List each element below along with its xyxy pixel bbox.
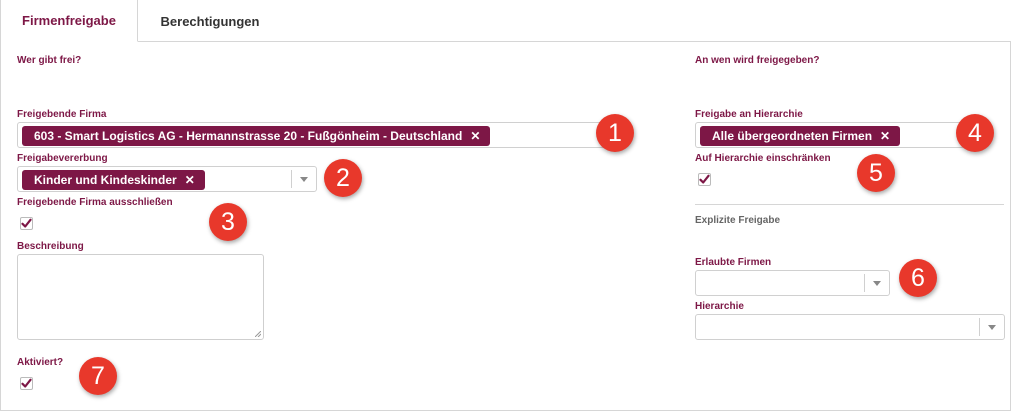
inheritance-chip: Kinder und Kindeskinder ✕ xyxy=(22,170,205,190)
marker-3: 3 xyxy=(209,203,247,241)
inheritance-label: Freigabevererbung xyxy=(17,153,108,164)
company-label: Freigebende Firma xyxy=(17,109,107,120)
exclude-label: Freigebende Firma ausschließen xyxy=(17,197,173,208)
inheritance-select[interactable]: Kinder und Kindeskinder ✕ xyxy=(17,166,317,192)
panel-border-bottom xyxy=(0,410,1011,411)
marker-7: 7 xyxy=(79,357,117,395)
active-label: Aktiviert? xyxy=(17,357,64,368)
close-icon[interactable]: ✕ xyxy=(880,129,890,143)
tab-berechtigungen[interactable]: Berechtigungen xyxy=(138,0,282,42)
checkmark-icon xyxy=(699,174,710,184)
hierarchy-label: Freigabe an Hierarchie xyxy=(695,109,803,120)
section-title-left: Wer gibt frei? xyxy=(17,55,82,66)
explicit-title: Explizite Freigabe xyxy=(695,215,781,226)
company-select[interactable]: 603 - Smart Logistics AG - Hermannstrass… xyxy=(17,122,617,148)
hierarchy2-label: Hierarchie xyxy=(695,301,744,312)
description-label: Beschreibung xyxy=(17,241,84,252)
marker-1: 1 xyxy=(596,114,634,152)
section-title-right: An wen wird freigegeben? xyxy=(695,55,820,66)
marker-4: 4 xyxy=(956,114,994,152)
chevron-down-icon[interactable] xyxy=(864,274,889,292)
checkmark-icon xyxy=(21,218,32,228)
resize-handle-icon[interactable] xyxy=(255,331,261,337)
chevron-down-icon[interactable] xyxy=(291,170,316,188)
allowed-label: Erlaubte Firmen xyxy=(695,257,772,268)
tabs-divider xyxy=(138,41,1011,42)
hierarchy-chip-label: Alle übergeordneten Firmen xyxy=(712,129,873,143)
marker-5: 5 xyxy=(857,154,895,192)
hierarchy-chip: Alle übergeordneten Firmen ✕ xyxy=(700,126,901,146)
restrict-label: Auf Hierarchie einschränken xyxy=(695,153,831,164)
marker-6: 6 xyxy=(899,259,937,297)
chevron-down-icon[interactable] xyxy=(979,318,1004,336)
restrict-checkbox[interactable] xyxy=(698,173,711,186)
allowed-select[interactable] xyxy=(695,270,890,296)
company-chip: 603 - Smart Logistics AG - Hermannstrass… xyxy=(22,126,491,146)
section-divider xyxy=(695,204,1004,205)
active-checkbox[interactable] xyxy=(20,377,33,390)
inheritance-chip-label: Kinder und Kindeskinder xyxy=(34,173,177,187)
hierarchy-select[interactable]: Alle übergeordneten Firmen ✕ xyxy=(695,122,965,148)
hierarchy2-select[interactable] xyxy=(695,314,1005,340)
close-icon[interactable]: ✕ xyxy=(470,129,480,143)
close-icon[interactable]: ✕ xyxy=(185,173,195,187)
tab-firmenfreigabe[interactable]: Firmenfreigabe xyxy=(0,0,138,42)
description-textarea[interactable] xyxy=(17,254,264,340)
exclude-checkbox[interactable] xyxy=(20,217,33,230)
panel-border-left xyxy=(0,41,1,411)
company-chip-label: 603 - Smart Logistics AG - Hermannstrass… xyxy=(34,129,463,143)
checkmark-icon xyxy=(21,378,32,388)
marker-2: 2 xyxy=(324,159,362,197)
